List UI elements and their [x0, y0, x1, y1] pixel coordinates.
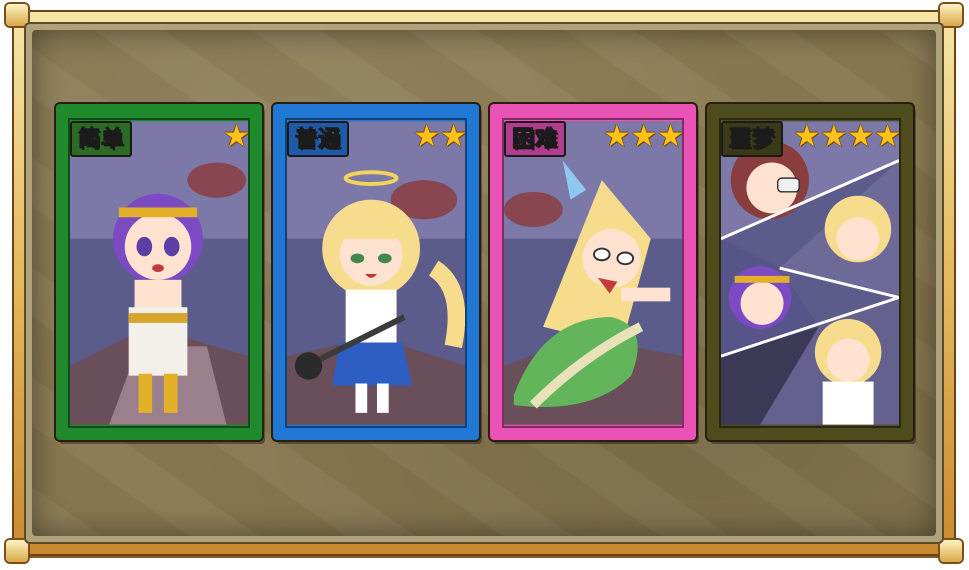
star-rating-normal: ★★ — [413, 122, 467, 152]
frame-corner — [940, 4, 962, 26]
card-art-hard — [502, 118, 684, 428]
frame-corner — [6, 540, 28, 562]
star-rating-nightmare: ★★★★ — [793, 122, 901, 152]
star-icon: ★★ — [413, 119, 467, 154]
card-art-nightmare — [719, 118, 901, 428]
star-rating-easy: ★ — [223, 122, 250, 152]
difficulty-label-nightmare: 噩梦 — [721, 121, 784, 157]
difficulty-card-nightmare[interactable]: 噩梦 ★★★★ — [707, 104, 913, 440]
card-art-easy — [68, 118, 250, 428]
frame-corner — [940, 540, 962, 562]
difficulty-card-normal[interactable]: 普通 ★★ — [273, 104, 479, 440]
star-icon: ★★★ — [603, 119, 684, 154]
character-illustration — [287, 121, 465, 425]
star-icon: ★★★★ — [793, 119, 901, 154]
card-art-normal — [285, 118, 467, 428]
character-illustration — [70, 121, 248, 425]
difficulty-label-hard: 困难 — [504, 121, 567, 157]
star-rating-hard: ★★★ — [603, 122, 684, 152]
difficulty-card-easy[interactable]: 简单 ★ — [56, 104, 262, 440]
star-icon: ★ — [223, 119, 250, 154]
character-collage-illustration — [721, 121, 899, 425]
frame-corner — [6, 4, 28, 26]
difficulty-select-screen: 简单 ★ 普通 ★★ 困难 ★★★ 噩梦 ★★★★ — [0, 0, 969, 570]
difficulty-card-hard[interactable]: 困难 ★★★ — [490, 104, 696, 440]
difficulty-label-normal: 普通 — [287, 121, 350, 157]
difficulty-label-easy: 简单 — [70, 121, 133, 157]
character-illustration — [504, 121, 682, 425]
